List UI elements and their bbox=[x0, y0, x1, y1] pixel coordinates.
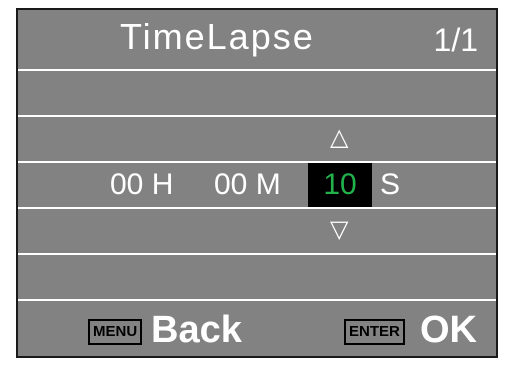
minutes-value: 00 bbox=[214, 168, 248, 201]
menu-key-icon[interactable]: MENU bbox=[88, 319, 143, 345]
seconds-selected-field[interactable]: 10 bbox=[308, 163, 372, 207]
seconds-unit: S bbox=[380, 168, 401, 201]
page-title: TimeLapse bbox=[120, 16, 315, 57]
timer-row: 00 H 00 M 10 S bbox=[18, 163, 496, 209]
enter-key-icon[interactable]: ENTER bbox=[344, 319, 405, 345]
menu-row-arrow-up: △ bbox=[18, 117, 496, 163]
menu-row-arrow-down: ▽ bbox=[18, 209, 496, 255]
hours-unit: H bbox=[151, 168, 174, 201]
hours-value: 00 bbox=[110, 168, 144, 201]
timelapse-screen: TimeLapse 1/1 △ 00 H 00 M 10 S ▽ MENU Ba… bbox=[16, 8, 498, 358]
footer-bar: MENU Back ENTER OK bbox=[18, 303, 496, 356]
arrow-up-icon[interactable]: △ bbox=[330, 126, 348, 150]
minutes-unit: M bbox=[255, 168, 281, 201]
back-button[interactable]: Back bbox=[151, 309, 242, 351]
ok-button[interactable]: OK bbox=[420, 309, 477, 351]
menu-row-empty-1 bbox=[18, 71, 496, 117]
minutes-field[interactable]: 00 M bbox=[214, 163, 281, 207]
arrow-down-icon[interactable]: ▽ bbox=[330, 218, 348, 242]
menu-row-empty-2 bbox=[18, 255, 496, 301]
header-bar: TimeLapse 1/1 bbox=[18, 10, 496, 71]
hours-field[interactable]: 00 H bbox=[110, 163, 173, 207]
page-indicator: 1/1 bbox=[433, 22, 478, 58]
